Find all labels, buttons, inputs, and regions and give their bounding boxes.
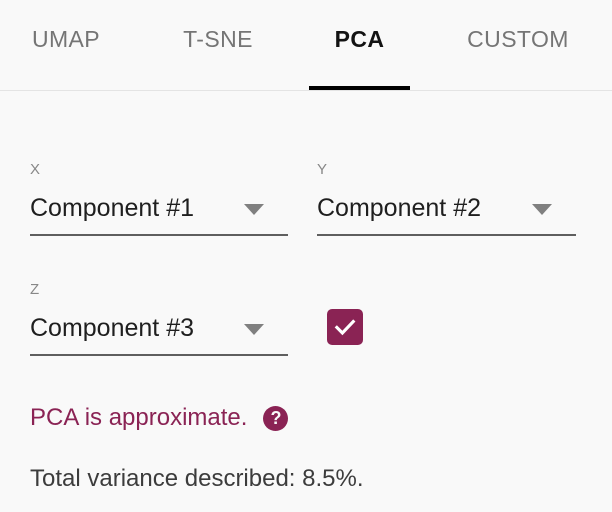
chevron-down-icon xyxy=(532,204,552,215)
chevron-down-icon xyxy=(244,324,264,335)
help-icon-glyph: ? xyxy=(270,408,282,428)
enable-z-axis-checkbox[interactable] xyxy=(327,309,363,345)
active-tab-indicator xyxy=(309,86,410,90)
projection-tabbar: UMAP T-SNE PCA CUSTOM xyxy=(0,0,612,91)
pca-approximate-notice: PCA is approximate. ? xyxy=(30,403,289,433)
tab-umap[interactable]: UMAP xyxy=(6,0,126,90)
x-axis-value: Component #1 xyxy=(30,194,195,222)
pca-projection-panel: UMAP T-SNE PCA CUSTOM X Component #1 Y C… xyxy=(0,0,612,512)
x-axis-field: X Component #1 xyxy=(30,161,288,236)
z-axis-select[interactable]: Component #3 xyxy=(30,312,288,356)
z-axis-label: Z xyxy=(30,281,40,298)
tab-tsne-label: T-SNE xyxy=(183,26,253,52)
tab-pca-label: PCA xyxy=(334,26,385,52)
y-axis-value: Component #2 xyxy=(317,194,482,222)
tab-umap-label: UMAP xyxy=(31,26,101,52)
chevron-down-icon xyxy=(244,204,264,215)
tab-tsne[interactable]: T-SNE xyxy=(158,0,278,90)
z-axis-field: Z Component #3 xyxy=(30,281,288,356)
y-axis-field: Y Component #2 xyxy=(317,161,576,236)
x-axis-select[interactable]: Component #1 xyxy=(30,192,288,236)
check-icon xyxy=(334,319,356,336)
help-circle-icon[interactable]: ? xyxy=(263,405,289,431)
total-variance-text: Total variance described: 8.5%. xyxy=(30,465,364,492)
y-axis-select[interactable]: Component #2 xyxy=(317,192,576,236)
y-axis-label: Y xyxy=(317,161,328,178)
x-axis-label: X xyxy=(30,161,41,178)
pca-approximate-text: PCA is approximate. xyxy=(30,404,248,431)
z-axis-value: Component #3 xyxy=(30,314,195,342)
tab-pca[interactable]: PCA xyxy=(309,0,410,90)
tab-custom-label: CUSTOM xyxy=(467,26,569,52)
tab-custom[interactable]: CUSTOM xyxy=(442,0,594,90)
